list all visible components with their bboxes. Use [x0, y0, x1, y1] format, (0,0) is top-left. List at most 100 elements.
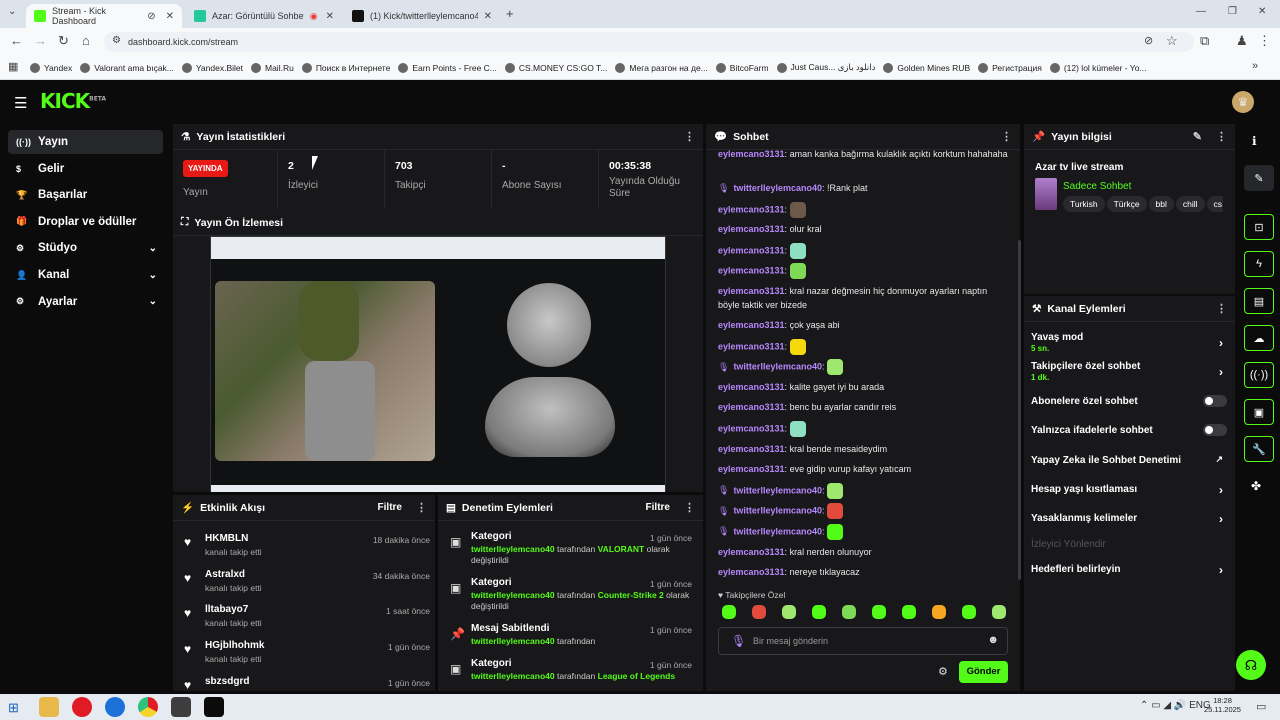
chat-username[interactable]: eylemcano3131 — [718, 149, 785, 159]
tab-azar[interactable]: Azar: Görüntülü Sohbet, Ye ◉ ✕ — [186, 4, 342, 28]
more-options-icon[interactable]: ⋮ — [684, 501, 695, 514]
bookmark-star-icon[interactable]: ☆ — [1166, 33, 1178, 49]
emote-button[interactable] — [782, 605, 796, 619]
tag[interactable]: Türkçe — [1106, 196, 1147, 212]
chat-username[interactable]: twitterlleylemcano40 — [733, 183, 822, 193]
more-options-icon[interactable]: ⋮ — [684, 130, 695, 143]
activity-username[interactable]: HKMBLN — [205, 533, 248, 544]
chat-username[interactable]: eylemcano3131 — [718, 320, 785, 330]
system-tray-icons[interactable]: ⌃ ▭ ◢ 🔊 ENG — [1140, 700, 1211, 711]
emote-button[interactable] — [722, 605, 736, 619]
bolt-rail-icon[interactable]: ϟ — [1244, 251, 1274, 277]
chevron-down-icon[interactable]: ⌄ — [149, 296, 157, 307]
chat-username[interactable]: twitterlleylemcano40 — [733, 506, 822, 516]
notifications-icon[interactable]: ▭ — [1256, 700, 1266, 713]
chat-username[interactable]: eylemcano3131 — [718, 266, 785, 276]
chat-username[interactable]: eylemcano3131 — [718, 547, 785, 557]
emote-button[interactable] — [842, 605, 856, 619]
sidebar-item-0[interactable]: ((·)) Yayın — [8, 130, 163, 154]
bookmark-item[interactable]: Регистрация — [978, 62, 1042, 73]
tag[interactable]: chill — [1175, 196, 1205, 212]
moderation-target[interactable]: VALORANT — [598, 544, 645, 554]
close-tab-icon[interactable]: ✕ — [166, 11, 174, 22]
bookmark-item[interactable]: Mail.Ru — [251, 62, 294, 73]
minimize-icon[interactable]: — — [1196, 6, 1206, 17]
help-support-icon[interactable]: ☊ — [1236, 650, 1266, 680]
filter-button[interactable]: Filtre — [378, 502, 402, 513]
chat-username[interactable]: eylemcano3131 — [718, 423, 785, 433]
apps-rail-icon[interactable]: ✤ — [1251, 479, 1261, 493]
chat-username[interactable]: eylemcano3131 — [718, 444, 785, 454]
channel-action-item[interactable]: Yapay Zeka ile Sohbet Denetimi ↗ — [1031, 454, 1227, 477]
scan-rail-icon[interactable]: ⊡ — [1244, 214, 1274, 240]
broadcast-rail-icon[interactable]: ((·)) — [1244, 362, 1274, 388]
sidebar-item-2[interactable]: 🏆 Başarılar — [8, 183, 163, 207]
bookmark-item[interactable]: Поиск в Интернете — [301, 62, 390, 73]
restore-icon[interactable]: ❐ — [1228, 6, 1237, 17]
chat-rail-icon[interactable]: ☁ — [1244, 325, 1274, 351]
opera-icon[interactable] — [72, 697, 92, 717]
clock[interactable]: 18:28 25.11.2025 — [1204, 696, 1241, 714]
chat-username[interactable]: twitterlleylemcano40 — [733, 526, 822, 536]
chat-scrollbar[interactable] — [1018, 240, 1021, 580]
channel-action-item[interactable]: Hedefleri belirleyin › — [1031, 563, 1227, 586]
toggle-switch[interactable] — [1203, 395, 1227, 407]
edge-icon[interactable] — [105, 697, 125, 717]
more-options-icon[interactable]: ⋮ — [1001, 130, 1012, 143]
channel-action-item[interactable]: Yavaş mod 5 sn. › — [1031, 332, 1227, 354]
sidebar-item-6[interactable]: ⚙ Ayarlar ⌄ — [8, 290, 163, 314]
bookmark-item[interactable]: (12) lol kümeler - Yo... — [1049, 62, 1147, 73]
activity-username[interactable]: Astralxd — [205, 569, 245, 580]
sidebar-item-1[interactable]: $ Gelir — [8, 157, 163, 181]
activity-username[interactable]: HGjblhohmk — [205, 640, 264, 651]
moderation-user[interactable]: twitterlleylemcano40 — [471, 590, 555, 600]
toggle-switch[interactable] — [1203, 424, 1227, 436]
home-icon[interactable]: ⌂ — [82, 33, 90, 48]
chat-settings-icon[interactable]: ⚙ — [938, 665, 948, 678]
emote-button[interactable] — [902, 605, 916, 619]
moderation-target[interactable]: League of Legends — [598, 671, 675, 681]
chevron-right-icon[interactable]: › — [1219, 483, 1223, 497]
category-thumbnail[interactable] — [1035, 178, 1057, 210]
apps-icon[interactable]: ▦ — [8, 60, 18, 73]
chrome-icon[interactable] — [138, 697, 158, 717]
chat-username[interactable]: eylemcano3131 — [718, 402, 785, 412]
chat-username[interactable]: eylemcano3131 — [718, 382, 785, 392]
bookmark-item[interactable]: Yandex — [30, 62, 72, 73]
hamburger-menu-icon[interactable]: ☰ — [14, 94, 27, 112]
chat-username[interactable]: eylemcano3131 — [718, 464, 785, 474]
moderation-user[interactable]: twitterlleylemcano40 — [471, 636, 555, 646]
chat-username[interactable]: eylemcano3131 — [718, 204, 785, 214]
chat-username[interactable]: eylemcano3131 — [718, 341, 785, 351]
windows-start-icon[interactable]: ⊞ — [8, 700, 19, 716]
activity-username[interactable]: sbzsdgrd — [205, 676, 249, 687]
chat-username[interactable]: eylemcano3131 — [718, 286, 785, 296]
emote-button[interactable] — [962, 605, 976, 619]
channel-action-item[interactable]: Yasaklanmış kelimeler › — [1031, 512, 1227, 535]
more-bookmarks-icon[interactable]: » — [1252, 60, 1258, 72]
chat-username[interactable]: eylemcano3131 — [718, 245, 785, 255]
document-rail-icon[interactable]: ▤ — [1244, 288, 1274, 314]
sidebar-item-4[interactable]: ⚙ Stüdyo ⌄ — [8, 236, 163, 260]
emote-button[interactable] — [812, 605, 826, 619]
reload-icon[interactable]: ↻ — [58, 33, 69, 49]
info-icon[interactable]: ℹ — [1252, 134, 1257, 148]
mute-icon[interactable]: ⊘ — [147, 11, 155, 22]
tag[interactable]: Turkish — [1063, 196, 1105, 212]
bookmark-item[interactable]: BitcoFarm — [715, 62, 769, 73]
tab-search-icon[interactable]: ⌄ — [8, 6, 16, 17]
more-options-icon[interactable]: ⋮ — [1216, 302, 1227, 315]
profile-icon[interactable]: ♟ — [1236, 33, 1248, 49]
menu-icon[interactable]: ⋮ — [1258, 33, 1271, 49]
chat-username[interactable]: twitterlleylemcano40 — [733, 485, 822, 495]
channel-action-item[interactable]: Abonelere özel sohbet — [1031, 395, 1227, 418]
close-window-icon[interactable]: ✕ — [1258, 6, 1266, 17]
chat-username[interactable]: twitterlleylemcano40 — [733, 362, 822, 372]
bookmark-item[interactable]: Мега разгон на де... — [615, 62, 708, 73]
bookmark-item[interactable]: Earn Points - Free C... — [398, 62, 497, 73]
sidebar-item-3[interactable]: 🎁 Droplar ve ödüller — [8, 210, 163, 234]
filter-button[interactable]: Filtre — [646, 502, 670, 513]
chevron-down-icon[interactable]: ⌄ — [149, 243, 157, 254]
site-info-icon[interactable]: ⚙ — [112, 35, 121, 46]
category-link[interactable]: Sadece Sohbet — [1063, 181, 1131, 192]
